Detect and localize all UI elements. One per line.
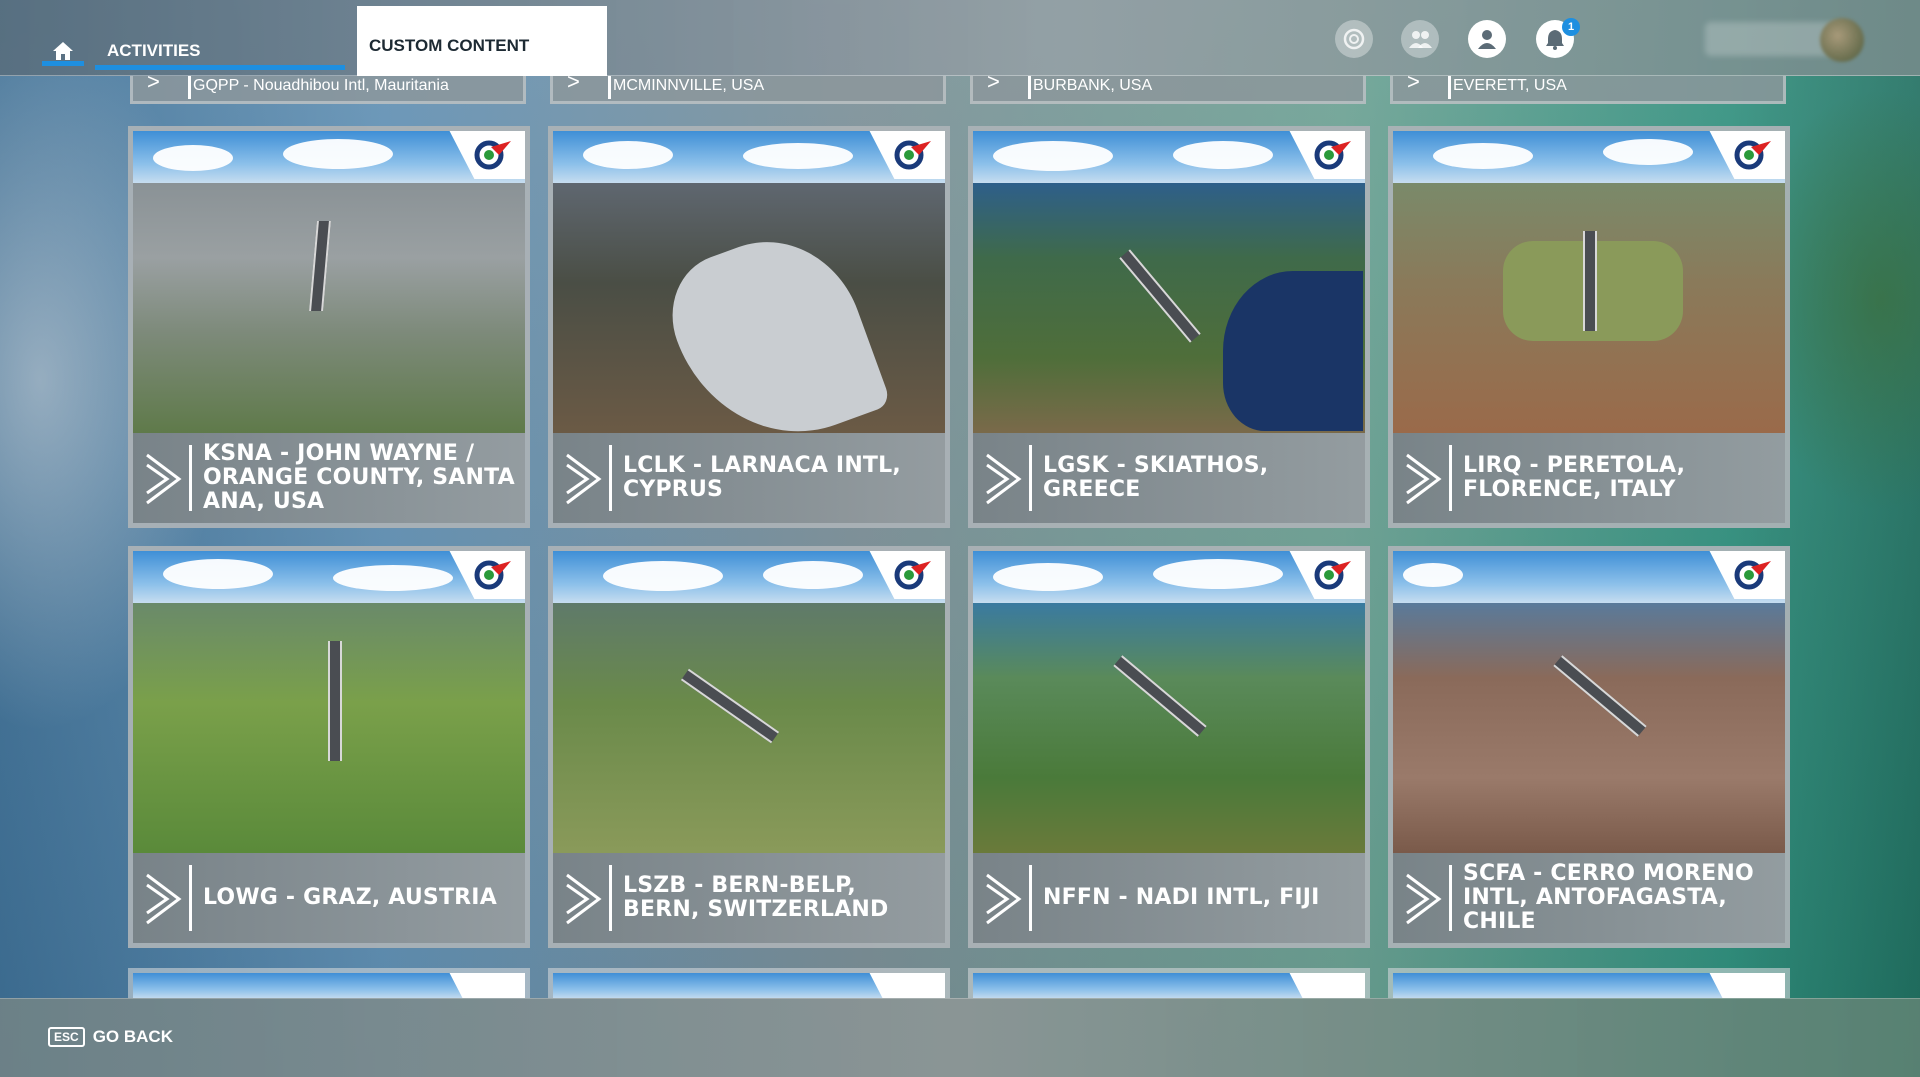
partial-card-title: MCMINNVILLE, USA	[613, 77, 765, 94]
publisher-logo-icon	[1314, 560, 1351, 590]
card-footer: LGSK - SKIATHOS, GREECE	[973, 433, 1365, 523]
airport-thumbnail	[1393, 131, 1785, 433]
airport-thumbnail	[973, 551, 1365, 853]
avatar[interactable]	[1820, 18, 1864, 62]
publisher-logo-icon	[1734, 140, 1771, 170]
chevron-right-icon	[566, 453, 602, 505]
publisher-logo-icon	[474, 560, 511, 590]
list-item-partial[interactable]: > BURBANK, USA	[970, 76, 1366, 104]
card-footer: LSZB - BERN-BELP, BERN, SWITZERLAND	[553, 853, 945, 943]
tab-activities[interactable]: ACTIVITIES	[95, 30, 345, 72]
friends-button[interactable]	[1401, 20, 1439, 58]
airport-card-lgsk[interactable]: LGSK - SKIATHOS, GREECE	[968, 126, 1370, 528]
airport-card-ksna[interactable]: KSNA - JOHN WAYNE / ORANGE COUNTY, SANTA…	[128, 126, 530, 528]
tab-custom-content-label: CUSTOM CONTENT	[369, 36, 530, 55]
tab-activities-label: ACTIVITIES	[107, 41, 201, 60]
airport-title: SCFA - CERRO MORENO INTL, ANTOFAGASTA, C…	[1463, 861, 1754, 934]
airport-thumbnail	[133, 551, 525, 853]
airport-card-scfa[interactable]: SCFA - CERRO MORENO INTL, ANTOFAGASTA, C…	[1388, 546, 1790, 948]
profile-icon	[1478, 30, 1496, 49]
content-grid: > GQPP - Nouadhibou Intl, Mauritania > M…	[0, 76, 1920, 998]
chevron-right-icon	[146, 453, 182, 505]
card-separator	[1029, 445, 1032, 511]
top-navigation-bar: ACTIVITIES CUSTOM CONTENT 1	[0, 0, 1920, 76]
card-separator	[1448, 76, 1451, 99]
card-separator	[188, 76, 191, 99]
list-item-partial[interactable]: > MCMINNVILLE, USA	[550, 76, 946, 104]
airport-title: NFFN - NADI INTL, FIJI	[1043, 885, 1320, 910]
card-footer: LCLK - LARNACA INTL, CYPRUS	[553, 433, 945, 523]
chevron-right-icon	[566, 873, 602, 925]
airport-card-lowg[interactable]: LOWG - GRAZ, AUSTRIA	[128, 546, 530, 948]
airport-title: KSNA - JOHN WAYNE / ORANGE COUNTY, SANTA…	[203, 441, 515, 514]
chevron-right-icon	[1406, 873, 1442, 925]
airport-thumbnail	[1393, 551, 1785, 853]
chevron-right-icon	[146, 873, 182, 925]
airport-card-lszb[interactable]: LSZB - BERN-BELP, BERN, SWITZERLAND	[548, 546, 950, 948]
achievements-icon	[1343, 28, 1365, 50]
notification-badge: 1	[1562, 18, 1580, 36]
card-separator	[609, 865, 612, 931]
card-separator	[189, 445, 192, 511]
chevron-right-icon	[986, 873, 1022, 925]
list-item-partial[interactable]: > EVERETT, USA	[1390, 76, 1786, 104]
card-separator	[1028, 76, 1031, 99]
chevron-right-icon	[986, 453, 1022, 505]
list-item-partial[interactable]	[968, 968, 1370, 998]
card-footer: LOWG - GRAZ, AUSTRIA	[133, 853, 525, 943]
publisher-logo-icon	[1734, 560, 1771, 590]
card-footer: KSNA - JOHN WAYNE / ORANGE COUNTY, SANTA…	[133, 433, 525, 523]
airport-thumbnail	[133, 131, 525, 433]
airport-title: LCLK - LARNACA INTL, CYPRUS	[623, 453, 901, 502]
achievements-button[interactable]	[1335, 20, 1373, 58]
go-back-label: GO BACK	[92, 1027, 173, 1046]
notifications-button[interactable]: 1	[1536, 18, 1580, 58]
friends-icon	[1409, 31, 1432, 48]
publisher-logo-icon	[474, 140, 511, 170]
card-footer: LIRQ - PERETOLA, FLORENCE, ITALY	[1393, 433, 1785, 523]
chevron-right-icon: >	[1407, 76, 1420, 94]
chevron-right-icon: >	[567, 76, 580, 94]
list-item-partial[interactable]	[548, 968, 950, 998]
esc-key-hint: ESC	[48, 1027, 85, 1047]
publisher-logo-icon	[1314, 140, 1351, 170]
partial-card-title: BURBANK, USA	[1033, 77, 1153, 94]
list-item-partial[interactable]: > GQPP - Nouadhibou Intl, Mauritania	[130, 76, 526, 104]
list-item-partial[interactable]	[1388, 968, 1790, 998]
tab-custom-content[interactable]: CUSTOM CONTENT	[357, 6, 607, 76]
airport-thumbnail	[553, 131, 945, 433]
airport-thumbnail	[553, 551, 945, 853]
home-underline	[42, 61, 84, 66]
card-footer: SCFA - CERRO MORENO INTL, ANTOFAGASTA, C…	[1393, 853, 1785, 943]
card-separator	[1449, 865, 1452, 931]
airport-card-lirq[interactable]: LIRQ - PERETOLA, FLORENCE, ITALY	[1388, 126, 1790, 528]
card-separator	[1449, 445, 1452, 511]
card-separator	[189, 865, 192, 931]
list-item-partial[interactable]	[128, 968, 530, 998]
chevron-right-icon	[1406, 453, 1442, 505]
airport-title: LOWG - GRAZ, AUSTRIA	[203, 885, 497, 910]
go-back-button[interactable]: ESC GO BACK	[48, 1027, 173, 1047]
bottom-bar: ESC GO BACK	[0, 998, 1920, 1077]
home-icon	[53, 42, 73, 60]
airport-card-lclk[interactable]: LCLK - LARNACA INTL, CYPRUS	[548, 126, 950, 528]
tab-activities-underline	[95, 65, 345, 70]
airport-title: LGSK - SKIATHOS, GREECE	[1043, 453, 1269, 502]
chevron-right-icon: >	[987, 76, 1000, 94]
publisher-logo-icon	[894, 560, 931, 590]
card-separator	[609, 445, 612, 511]
publisher-logo-icon	[894, 140, 931, 170]
partial-card-title: EVERETT, USA	[1453, 77, 1567, 94]
airport-title: LIRQ - PERETOLA, FLORENCE, ITALY	[1463, 453, 1686, 502]
profile-button[interactable]	[1468, 20, 1506, 58]
airport-title: LSZB - BERN-BELP, BERN, SWITZERLAND	[623, 873, 889, 922]
card-separator	[608, 76, 611, 99]
card-separator	[1029, 865, 1032, 931]
chevron-right-icon: >	[147, 76, 160, 94]
home-button[interactable]	[42, 34, 84, 68]
card-footer: NFFN - NADI INTL, FIJI	[973, 853, 1365, 943]
airport-thumbnail	[973, 131, 1365, 433]
airport-card-nffn[interactable]: NFFN - NADI INTL, FIJI	[968, 546, 1370, 948]
partial-card-title: GQPP - Nouadhibou Intl, Mauritania	[193, 77, 449, 94]
